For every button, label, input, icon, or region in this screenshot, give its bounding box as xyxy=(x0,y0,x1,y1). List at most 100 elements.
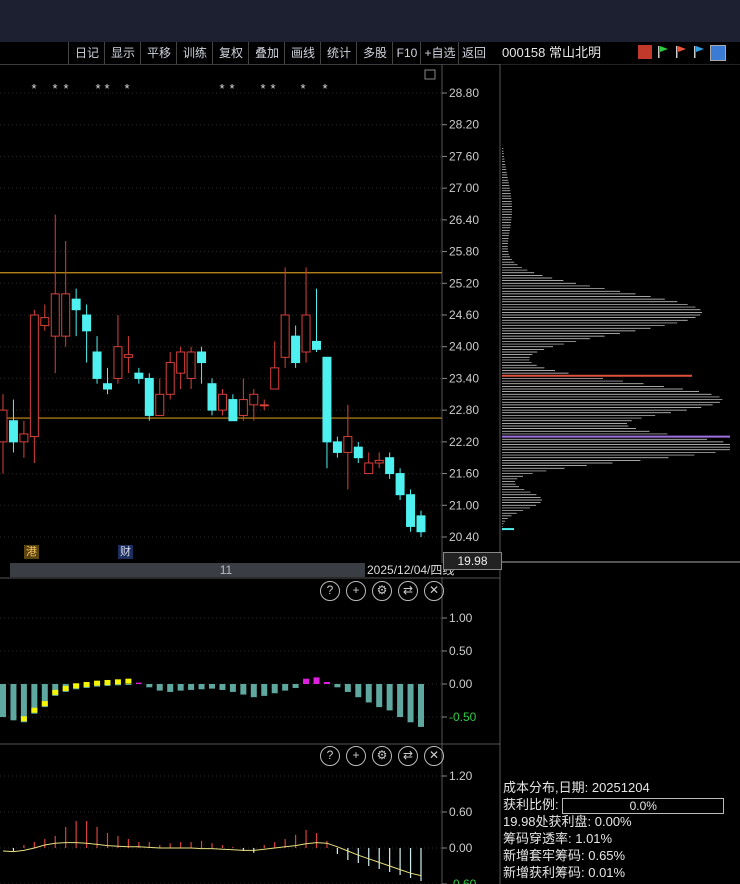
ind-tick-label-1: 0.60 xyxy=(449,805,473,819)
macd-bar-12 xyxy=(125,684,132,685)
macd-bar-26 xyxy=(271,684,278,694)
macd-bar-15 xyxy=(156,684,163,691)
macd-mark-8 xyxy=(83,681,90,687)
flag-red-icon[interactable] xyxy=(674,45,688,59)
toolbar-button-3[interactable]: 训练 xyxy=(176,42,213,64)
candle-body-17 xyxy=(176,351,186,374)
candle-body-1 xyxy=(8,420,18,443)
macd-tick-label-0: 1.00 xyxy=(449,611,473,625)
toolbar-button-0[interactable]: 日记 xyxy=(68,42,105,64)
macd-pane-icons: ? + ⚙ ⇄ ✕ xyxy=(320,581,450,601)
badge-hk[interactable]: 港 xyxy=(24,545,39,559)
flag-blue-icon[interactable] xyxy=(692,45,706,59)
event-marker-0: * xyxy=(31,81,36,96)
candle-body-27 xyxy=(280,314,290,358)
event-marker-7: * xyxy=(229,81,234,96)
toolbar-button-5[interactable]: 叠加 xyxy=(248,42,285,64)
toolbar-button-11[interactable]: 返回 xyxy=(458,42,489,64)
info-line-2: 筹码穿透率: 1.01% xyxy=(503,831,613,846)
settings-icon[interactable]: ⚙ xyxy=(372,746,392,766)
y-tick-label-14: 20.40 xyxy=(449,530,479,544)
y-tick-label-13: 21.00 xyxy=(449,498,479,512)
flag-green-icon[interactable] xyxy=(656,45,670,59)
picture-icon[interactable] xyxy=(710,45,726,61)
candle-body-24 xyxy=(249,393,259,406)
candle-body-10 xyxy=(103,383,112,390)
chip-icon[interactable] xyxy=(638,45,652,59)
event-marker-9: * xyxy=(270,81,275,96)
event-marker-2: * xyxy=(63,81,68,96)
macd-bar-28 xyxy=(292,684,299,688)
candle-body-16 xyxy=(165,362,175,395)
switch-icon[interactable]: ⇄ xyxy=(398,581,418,601)
candle-body-8 xyxy=(82,314,92,332)
macd-mark-12 xyxy=(125,678,132,684)
toolbar-button-10[interactable]: +自选 xyxy=(420,42,459,64)
macd-mark-7 xyxy=(73,683,80,689)
macd-bar-40 xyxy=(418,684,424,727)
ind-tick-label-3: -0.60 xyxy=(449,877,477,884)
macd-bar-24 xyxy=(250,684,257,698)
zoom-icon[interactable]: + xyxy=(346,581,366,601)
macd-bar-31 xyxy=(323,682,330,684)
window-title-bar xyxy=(0,0,740,42)
switch-icon[interactable]: ⇄ xyxy=(398,746,418,766)
toolbar-button-4[interactable]: 复权 xyxy=(212,42,249,64)
macd-bar-22 xyxy=(229,684,236,692)
toolbar-button-7[interactable]: 统计 xyxy=(320,42,357,64)
close-icon[interactable]: ✕ xyxy=(424,746,444,766)
zoom-icon[interactable]: + xyxy=(346,746,366,766)
macd-bar-36 xyxy=(376,684,383,708)
settings-icon[interactable]: ⚙ xyxy=(372,581,392,601)
candle-body-37 xyxy=(385,457,395,475)
info-line-4: 新增获利筹码: 0.01% xyxy=(503,865,626,880)
y-tick-label-2: 27.60 xyxy=(449,149,479,163)
profit-ratio-row: 获利比例: 0.0% xyxy=(503,796,738,814)
y-tick-label-11: 22.20 xyxy=(449,435,479,449)
macd-bar-37 xyxy=(386,684,393,711)
toolbar-button-2[interactable]: 平移 xyxy=(140,42,177,64)
candle-body-22 xyxy=(228,399,238,422)
macd-tick-label-2: 0.00 xyxy=(449,677,473,691)
macd-bar-38 xyxy=(397,684,404,717)
macd-bar-35 xyxy=(365,684,372,703)
info-title: 成本分布,日期: 20251204 xyxy=(503,780,650,795)
toolbar-button-6[interactable]: 画线 xyxy=(284,42,321,64)
candle-body-21 xyxy=(217,393,227,411)
candle-body-18 xyxy=(186,351,196,379)
macd-bar-30 xyxy=(313,677,320,684)
candle-body-14 xyxy=(144,377,154,416)
profit-ratio-value: 0.0% xyxy=(629,798,657,813)
candle-body-5 xyxy=(50,293,60,337)
event-marker-5: * xyxy=(124,81,129,96)
y-tick-label-6: 25.20 xyxy=(449,276,479,290)
stock-title: 000158 常山北明 xyxy=(502,45,601,60)
macd-mark-6 xyxy=(62,685,69,691)
toolbar-button-9[interactable]: F10 xyxy=(392,42,421,64)
candle-body-38 xyxy=(395,473,405,496)
y-tick-label-3: 27.00 xyxy=(449,181,479,195)
badge-finance[interactable]: 财 xyxy=(118,545,133,559)
candle-body-33 xyxy=(343,436,353,453)
candle-body-2 xyxy=(19,433,29,443)
toolbar-button-8[interactable]: 多股 xyxy=(356,42,393,64)
event-marker-3: * xyxy=(95,81,100,96)
current-price-tag: 19.98 xyxy=(443,552,502,570)
candle-body-6 xyxy=(61,293,71,337)
y-tick-label-1: 28.20 xyxy=(449,118,479,132)
macd-bar-32 xyxy=(334,684,341,688)
candle-body-35 xyxy=(364,462,374,475)
event-marker-11: * xyxy=(322,81,327,96)
candle-body-36 xyxy=(374,459,384,464)
event-marker-4: * xyxy=(104,81,109,96)
candle-body-29 xyxy=(301,314,311,353)
macd-bar-14 xyxy=(146,684,153,688)
macd-bar-27 xyxy=(282,684,289,691)
candle-body-4 xyxy=(40,317,50,327)
toolbar-button-1[interactable]: 显示 xyxy=(104,42,141,64)
help-icon[interactable]: ? xyxy=(320,581,340,601)
close-icon[interactable]: ✕ xyxy=(424,581,444,601)
candle-body-28 xyxy=(291,335,301,364)
info-line-3: 新增套牢筹码: 0.65% xyxy=(503,848,626,863)
help-icon[interactable]: ? xyxy=(320,746,340,766)
